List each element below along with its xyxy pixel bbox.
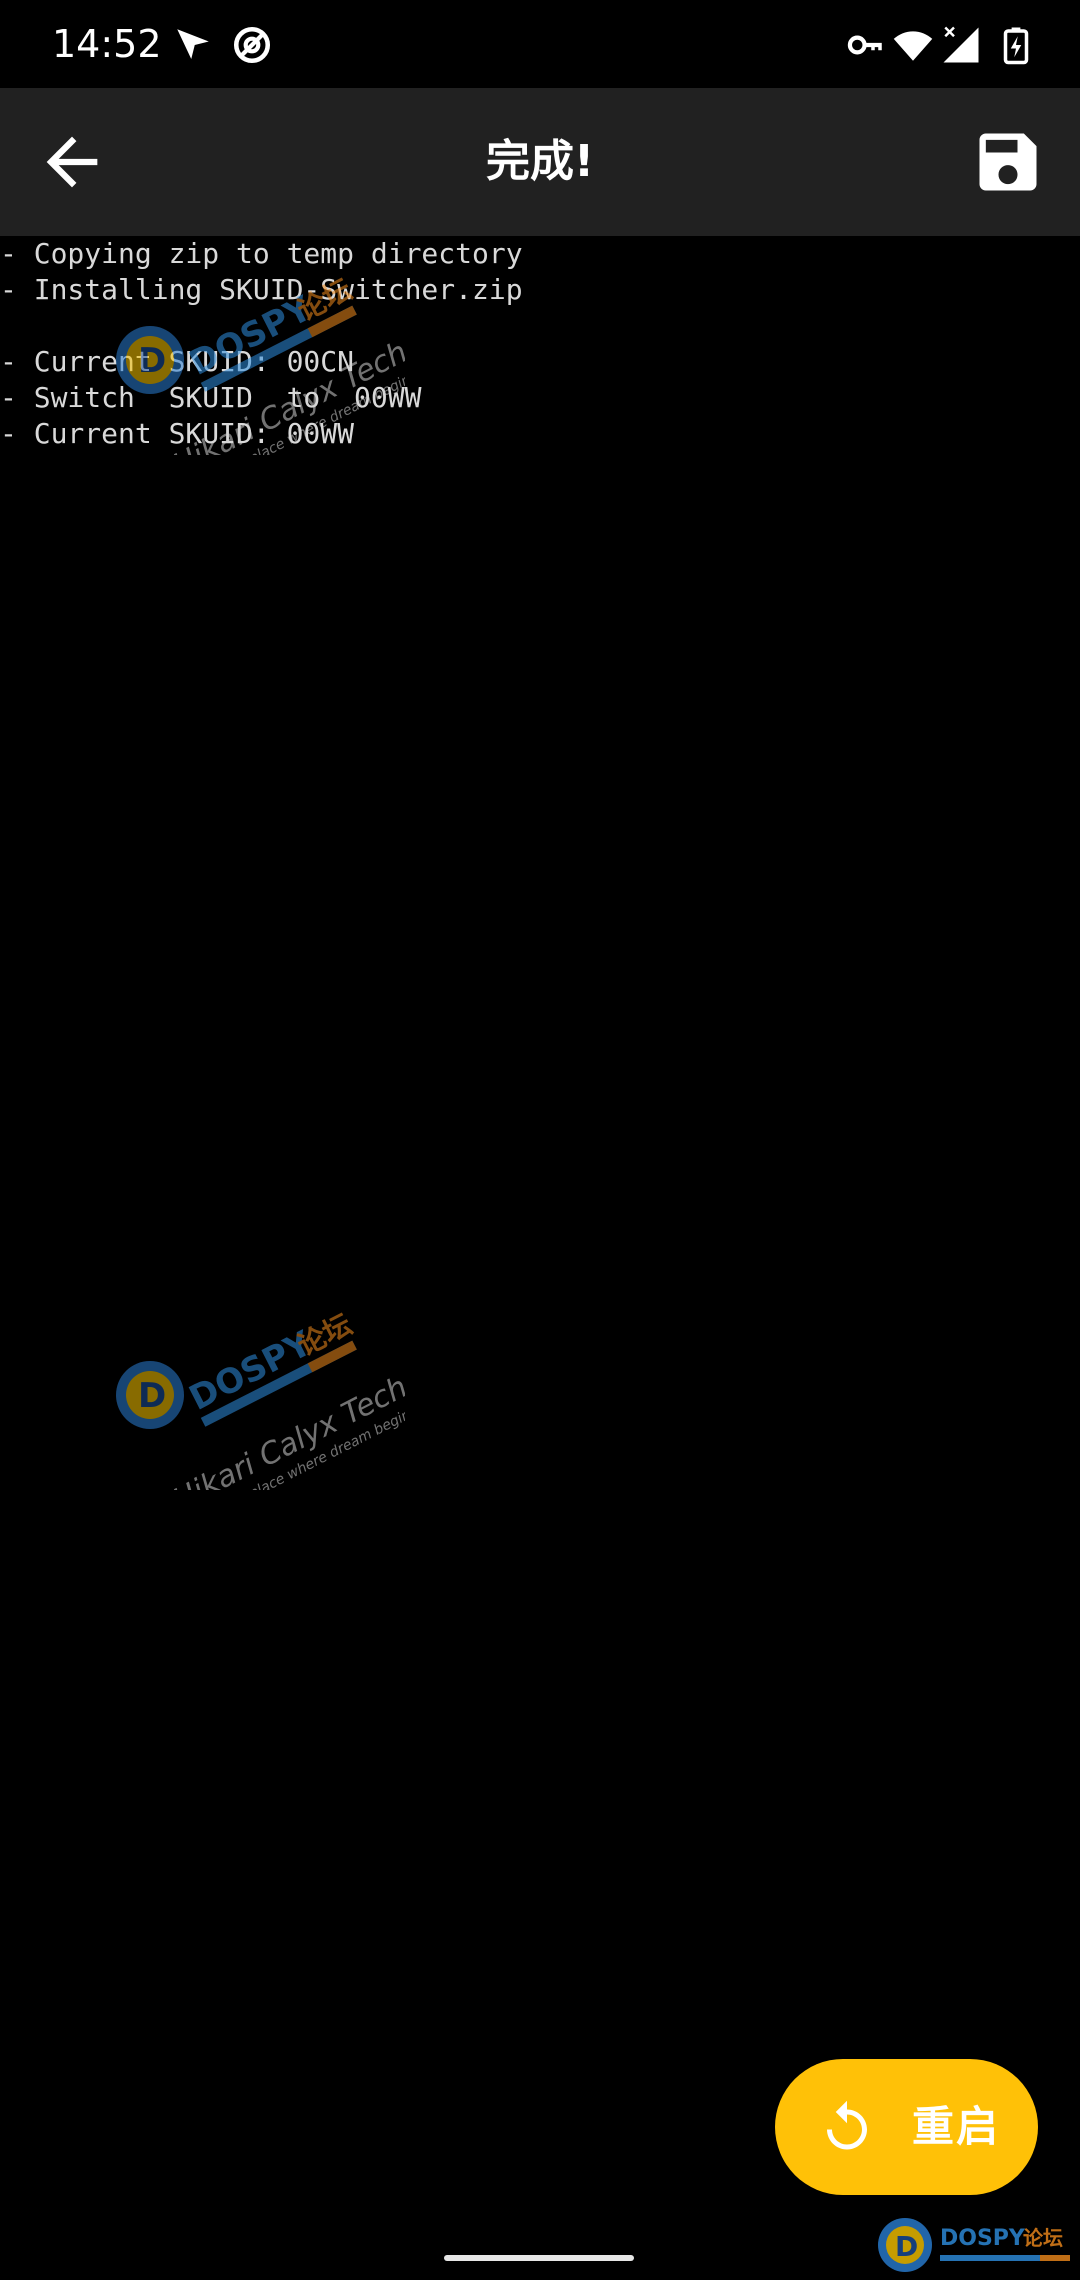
reboot-button[interactable]: 重启 [775,2059,1038,2195]
wifi-icon [892,24,934,66]
floppy-disk-icon [970,124,1046,200]
svg-text:D: D [138,341,166,381]
gesture-nav-handle[interactable] [444,2255,634,2261]
watermark-logo: D DOSPY 论坛 Hikari Calyx Tech The place w… [105,265,405,455]
watermark-logo: D DOSPY 论坛 Hikari Calyx Tech The place w… [105,1300,405,1490]
svg-text:论坛: 论坛 [1023,2226,1063,2250]
svg-text:D: D [138,1376,166,1416]
status-bar: 14:52 [0,0,1080,88]
battery-charging-icon [995,24,1037,66]
refresh-icon [817,2097,877,2157]
cell-signal-icon [940,24,982,66]
vpn-key-icon [845,24,887,66]
svg-text:D: D [895,2230,918,2263]
save-log-button[interactable] [970,124,1046,200]
svg-text:DOSPY: DOSPY [940,2226,1026,2251]
reboot-label: 重启 [912,2102,1001,2151]
page-title: 完成! [485,136,595,187]
watermark-logo-small: D DOSPY 论坛 [875,2215,1075,2275]
location-arrow-icon [172,24,214,66]
status-time: 14:52 [52,22,162,66]
toolbar: 完成! [0,88,1080,236]
no-disturb-icon [231,24,273,66]
